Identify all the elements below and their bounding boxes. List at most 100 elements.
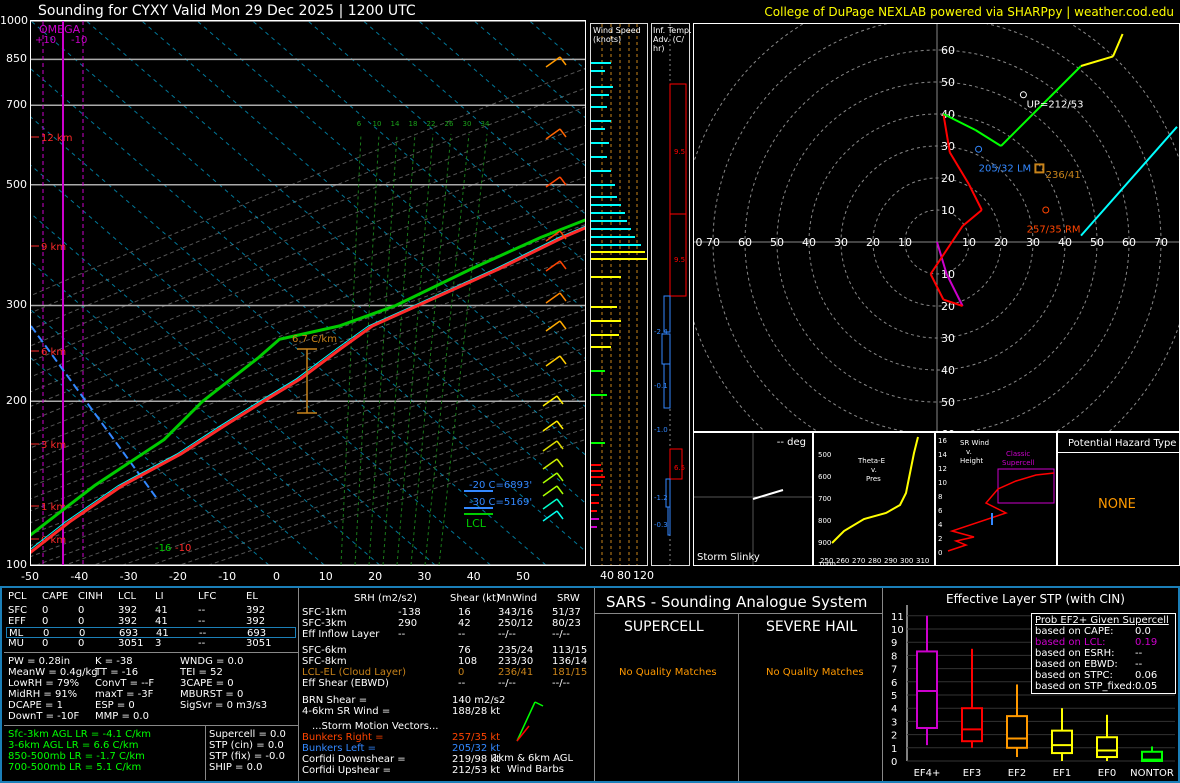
temperature-label: -50	[21, 570, 39, 583]
omega-right: -10	[71, 35, 87, 46]
ws-bar	[591, 494, 599, 496]
theta-y-label: 600	[818, 473, 831, 481]
index-line: ESP = 0	[95, 700, 135, 711]
storm-motion-value: 257/35 kt	[452, 732, 501, 743]
stp-prob-label: based on STP_fixed:	[1035, 681, 1136, 692]
temperature-label: -10	[218, 570, 237, 583]
composite-line: Supercell = 0.0	[209, 729, 286, 740]
parcel-cell: 0	[78, 616, 85, 627]
parcel-cell: CAPE	[42, 591, 69, 602]
stp-y-label: 6	[891, 678, 897, 689]
wind-barb	[542, 498, 558, 510]
kin-row-label: SFC-8km	[302, 656, 347, 667]
sr-y-label: 0	[938, 549, 942, 557]
kin-header: SRH (m2/s2)	[354, 593, 417, 604]
height-label: 3 km	[41, 440, 66, 451]
index-line: WNDG = 0.0	[180, 656, 244, 667]
index-line: DownT = -10F	[8, 711, 80, 722]
sr-y-label: 2	[938, 535, 942, 543]
ws-bar	[591, 510, 597, 512]
ws-bar	[591, 258, 649, 260]
parcel-cell: 3051	[118, 638, 144, 649]
parcel-cell: EFF	[8, 616, 26, 627]
stp-category-label: NONTOR	[1130, 768, 1174, 779]
kin-row-label: LCL-EL (Cloud Layer)	[302, 667, 407, 678]
parcel-cell: EL	[246, 591, 258, 602]
wind-barb-flag	[559, 292, 567, 302]
stp-y-label: 11	[891, 612, 904, 623]
wind-barb-flag	[556, 510, 564, 520]
hazard-panel: Potential Hazard Type NONE	[1057, 432, 1180, 566]
kin-srw: --/--	[552, 678, 570, 689]
stp-prob-label: based on ESRH:	[1035, 648, 1115, 659]
parcel-cell: 41	[155, 616, 168, 627]
lcl-label: LCL	[466, 517, 487, 530]
index-line: DCAPE = 1	[8, 700, 63, 711]
kin-mnwind: 235/24	[498, 645, 534, 656]
sr-trace	[947, 472, 1055, 552]
sars-title: SARS - Sounding Analogue System	[606, 593, 868, 611]
indices-col3: WNDG = 0.0 TEI = 52 3CAPE = 0 MBURST = 0 Sig…	[180, 656, 267, 711]
stp-y-label: 5	[891, 691, 897, 702]
hodo-lm-marker	[975, 145, 983, 153]
mixing-ratio-label: 14	[391, 120, 400, 128]
stp-box	[1006, 715, 1028, 749]
temperature-label: 20	[368, 570, 383, 583]
kin-shear: 0	[458, 667, 465, 678]
wind-barb	[545, 56, 561, 68]
composite-indices: Supercell = 0.0 STP (cin) = 0.0 STP (fix) …	[209, 729, 286, 773]
chart-title: Sounding for CYXY Valid Mon 29 Dec 2025 …	[38, 3, 416, 19]
ws-bar	[591, 142, 609, 144]
hodo-up-label: UP=212/53	[1027, 100, 1084, 111]
wind-barb-flag	[559, 355, 567, 365]
pressure-label: 300	[6, 298, 27, 312]
stp-prob-label: based on CAPE:	[1035, 626, 1114, 637]
kin-header: Shear (kt)	[450, 593, 500, 604]
indices-col1: PW = 0.28in MeanW = 0.4g/kg LowRH = 79% Mid…	[8, 656, 98, 722]
stp-prob-label: based on LCL:	[1035, 637, 1106, 648]
kin-shear: 76	[458, 645, 471, 656]
adv-value: 6.5	[674, 464, 685, 472]
wind-barb-flag	[556, 395, 564, 405]
theta-y-label: 500	[818, 451, 831, 459]
kin-srw: --/--	[552, 629, 570, 640]
mixing-ratio-label: 26	[445, 120, 454, 128]
ws-bar	[591, 502, 599, 504]
sr-title-3: Height	[960, 457, 984, 465]
stp-y-label: 2	[891, 731, 897, 742]
wind-barb	[545, 355, 561, 367]
wind-speed-title: Wind Speed	[593, 26, 641, 35]
kin-header: MnWind	[497, 593, 538, 604]
storm-motion-label: Bunkers Left =	[302, 743, 376, 754]
adv-bar	[669, 213, 687, 297]
wind-barb-flag	[556, 498, 564, 508]
ws-bar	[591, 236, 635, 238]
mixing-ratio-line	[382, 133, 416, 566]
sr-y-label: 4	[938, 521, 943, 529]
stp-box	[1096, 736, 1118, 759]
theta-title-2: v.	[871, 466, 877, 474]
parcel-cell: 0	[78, 605, 85, 616]
stp-prob-row: based on STP_fixed: 0.05	[1035, 681, 1172, 692]
sars-hail: SEVERE HAIL	[766, 619, 858, 635]
index-line: 3CAPE = 0	[180, 678, 234, 689]
kin-row-label: Eff Shear (EBWD)	[302, 678, 389, 689]
hodo-segment	[968, 183, 983, 211]
wind-barb-flag	[556, 485, 564, 495]
parcel-cell: 3051	[246, 638, 272, 649]
theta-trace	[831, 436, 919, 544]
wind-barb	[542, 472, 558, 484]
index-line: maxT = -3F	[95, 689, 154, 700]
hodo-x-label: 20	[994, 236, 1008, 249]
theta-y-label: 700	[818, 495, 831, 503]
hodo-segment	[1080, 55, 1114, 67]
sr46-value: 188/28 kt	[452, 706, 501, 717]
kin-shear: --	[458, 629, 466, 640]
parcel-row: SFC 0 0 392 41 -- 392	[6, 605, 296, 616]
mixing-ratio-label: 34	[481, 120, 490, 128]
index-line: ConvT = --F	[95, 678, 155, 689]
hodo-x-label: 60	[1122, 236, 1136, 249]
stp-category-label: EF4+	[914, 768, 941, 779]
theta-x-label: 300	[900, 557, 913, 565]
parcel-cell: 392	[246, 616, 266, 627]
